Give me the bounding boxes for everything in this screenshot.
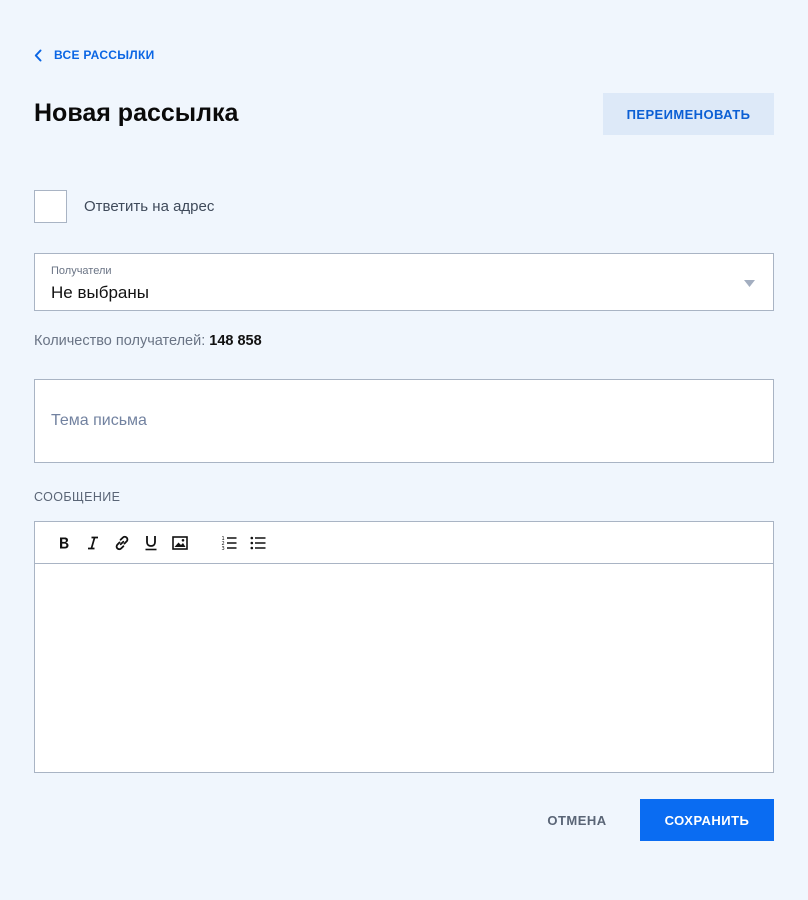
recipients-select[interactable]: Получатели Не выбраны (34, 253, 774, 311)
reply-to-checkbox[interactable] (34, 190, 67, 223)
message-body[interactable] (35, 564, 773, 772)
underline-icon[interactable] (136, 522, 165, 564)
save-button[interactable]: СОХРАНИТЬ (640, 799, 774, 841)
recipients-count: Количество получателей: 148 858 (34, 333, 262, 349)
recipients-value: Не выбраны (51, 283, 149, 302)
bold-icon[interactable] (49, 522, 78, 564)
svg-text:3: 3 (221, 546, 224, 551)
page-title: Новая рассылка (34, 99, 239, 127)
back-link[interactable]: ВСЕ РАССЫЛКИ (34, 46, 155, 64)
ordered-list-icon[interactable]: 1 2 3 (214, 522, 243, 564)
chevron-left-icon (34, 49, 42, 61)
page: ВСЕ РАССЫЛКИ Новая рассылка ПЕРЕИМЕНОВАТ… (0, 0, 808, 900)
bullet-list-icon[interactable] (243, 522, 272, 564)
reply-to-label: Ответить на адрес (84, 198, 215, 215)
image-icon[interactable] (165, 522, 194, 564)
message-editor: 1 2 3 (34, 521, 774, 773)
recipients-count-label: Количество получателей: (34, 333, 206, 349)
caret-down-icon (744, 280, 755, 287)
recipients-label: Получатели (51, 265, 112, 277)
back-link-label: ВСЕ РАССЫЛКИ (54, 48, 155, 62)
italic-icon[interactable] (78, 522, 107, 564)
link-icon[interactable] (107, 522, 136, 564)
cancel-button[interactable]: ОТМЕНА (534, 799, 620, 841)
reply-to-row[interactable]: Ответить на адрес (34, 190, 214, 223)
subject-input[interactable] (34, 379, 774, 463)
recipients-count-value: 148 858 (209, 333, 262, 349)
message-label: СООБЩЕНИЕ (34, 490, 121, 504)
rename-button[interactable]: ПЕРЕИМЕНОВАТЬ (603, 93, 774, 135)
editor-toolbar: 1 2 3 (35, 522, 773, 564)
